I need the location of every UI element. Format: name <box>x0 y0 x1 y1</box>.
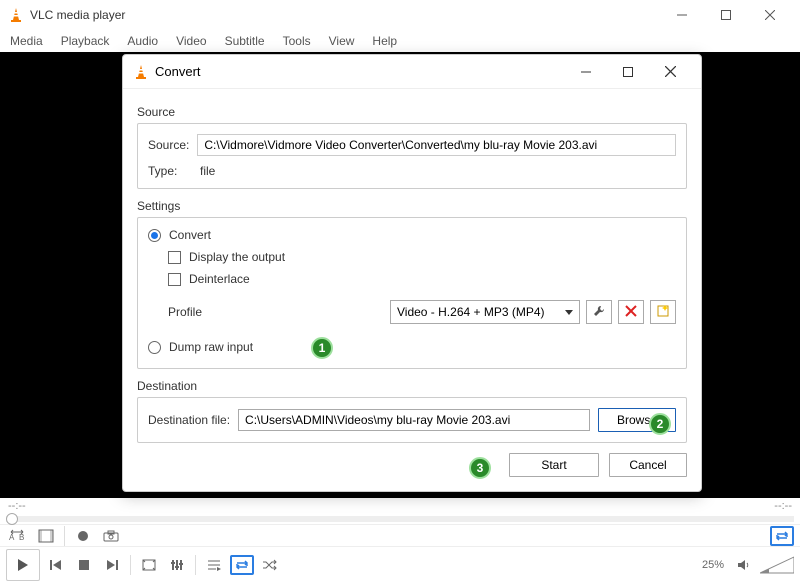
dialog-titlebar: Convert <box>123 55 701 89</box>
destination-group: Destination file: Browse <box>137 397 687 443</box>
delete-profile-button[interactable] <box>618 300 644 324</box>
start-button[interactable]: Start <box>509 453 599 477</box>
dump-raw-label: Dump raw input <box>169 340 253 354</box>
dialog-close-button[interactable] <box>649 57 691 87</box>
svg-text:A: A <box>9 533 15 542</box>
menu-audio[interactable]: Audio <box>127 34 158 48</box>
main-titlebar: VLC media player <box>0 0 800 30</box>
menu-subtitle[interactable]: Subtitle <box>225 34 265 48</box>
loop-button[interactable] <box>230 555 254 575</box>
dialog-title: Convert <box>155 64 565 79</box>
record-button[interactable] <box>71 526 95 546</box>
type-label: Type: <box>148 164 192 178</box>
chevron-down-icon <box>565 305 573 319</box>
convert-dialog: Convert Source Source: Type: file Settin… <box>122 54 702 492</box>
cancel-button[interactable]: Cancel <box>609 453 687 477</box>
source-label: Source: <box>148 138 189 152</box>
source-input[interactable] <box>197 134 676 156</box>
maximize-button[interactable] <box>704 1 748 29</box>
destination-group-label: Destination <box>137 379 687 393</box>
time-elapsed: --:-- <box>8 500 26 512</box>
menu-video[interactable]: Video <box>176 34 206 48</box>
ext-settings-button[interactable] <box>165 555 189 575</box>
prev-track-button[interactable] <box>44 555 68 575</box>
separator <box>64 526 65 546</box>
settings-group-label: Settings <box>137 199 687 213</box>
main-menubar: Media Playback Audio Video Subtitle Tool… <box>0 30 800 52</box>
playlist-button[interactable] <box>202 555 226 575</box>
deinterlace-checkbox[interactable] <box>168 273 181 286</box>
stop-button[interactable] <box>72 555 96 575</box>
dialog-maximize-button[interactable] <box>607 57 649 87</box>
vlc-cone-icon <box>8 7 24 23</box>
play-button[interactable] <box>6 549 40 581</box>
seek-slider[interactable] <box>6 516 794 522</box>
settings-group: Convert Display the output Deinterlace P… <box>137 217 687 369</box>
close-button[interactable] <box>748 1 792 29</box>
ab-loop-button[interactable]: AB <box>6 526 30 546</box>
separator <box>130 555 131 575</box>
type-value: file <box>200 164 215 178</box>
svg-text:B: B <box>19 533 24 542</box>
menu-view[interactable]: View <box>329 34 355 48</box>
dialog-minimize-button[interactable] <box>565 57 607 87</box>
bottom-panel: --:-- --:-- AB 25% <box>0 498 800 582</box>
loop-button-top[interactable] <box>770 526 794 546</box>
volume-slider[interactable] <box>760 555 794 575</box>
next-track-button[interactable] <box>100 555 124 575</box>
main-window-title: VLC media player <box>30 8 660 22</box>
mute-button[interactable] <box>732 555 756 575</box>
menu-help[interactable]: Help <box>372 34 397 48</box>
profile-label: Profile <box>168 305 228 319</box>
callout-3: 3 <box>469 457 491 479</box>
profile-select-value: Video - H.264 + MP3 (MP4) <box>397 305 545 319</box>
x-icon <box>625 305 637 320</box>
source-group-label: Source <box>137 105 687 119</box>
snapshot-button[interactable] <box>99 526 123 546</box>
fullscreen-button[interactable] <box>137 555 161 575</box>
callout-1: 1 <box>311 337 333 359</box>
menu-playback[interactable]: Playback <box>61 34 110 48</box>
separator <box>195 555 196 575</box>
convert-radio-label: Convert <box>169 228 211 242</box>
minimize-button[interactable] <box>660 1 704 29</box>
volume-label: 25% <box>702 559 724 571</box>
display-output-label: Display the output <box>189 250 285 264</box>
new-icon <box>656 304 670 321</box>
display-output-checkbox[interactable] <box>168 251 181 264</box>
profile-select[interactable]: Video - H.264 + MP3 (MP4) <box>390 300 580 324</box>
shuffle-button[interactable] <box>258 555 282 575</box>
deinterlace-label: Deinterlace <box>189 272 250 286</box>
destination-input[interactable] <box>238 409 590 431</box>
new-profile-button[interactable] <box>650 300 676 324</box>
destination-label: Destination file: <box>148 413 230 427</box>
frame-step-button[interactable] <box>34 526 58 546</box>
convert-radio[interactable] <box>148 229 161 242</box>
source-group: Source: Type: file <box>137 123 687 189</box>
callout-2: 2 <box>649 413 671 435</box>
wrench-icon <box>592 304 606 321</box>
menu-media[interactable]: Media <box>10 34 43 48</box>
edit-profile-button[interactable] <box>586 300 612 324</box>
dump-raw-radio[interactable] <box>148 341 161 354</box>
vlc-cone-icon <box>133 64 149 80</box>
menu-tools[interactable]: Tools <box>283 34 311 48</box>
time-total: --:-- <box>774 500 792 512</box>
